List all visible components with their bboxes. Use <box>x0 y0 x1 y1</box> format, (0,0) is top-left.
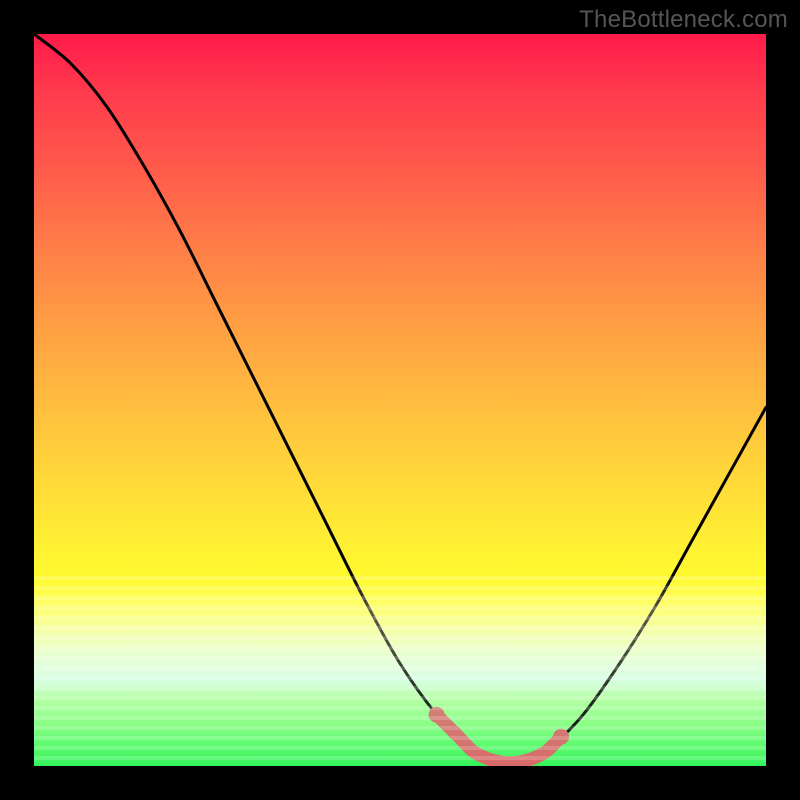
curve-line <box>34 34 766 766</box>
watermark-text: TheBottleneck.com <box>579 6 788 34</box>
chart-frame: TheBottleneck.com <box>0 0 800 800</box>
optimal-highlight <box>34 34 766 766</box>
plot-area <box>34 34 766 766</box>
